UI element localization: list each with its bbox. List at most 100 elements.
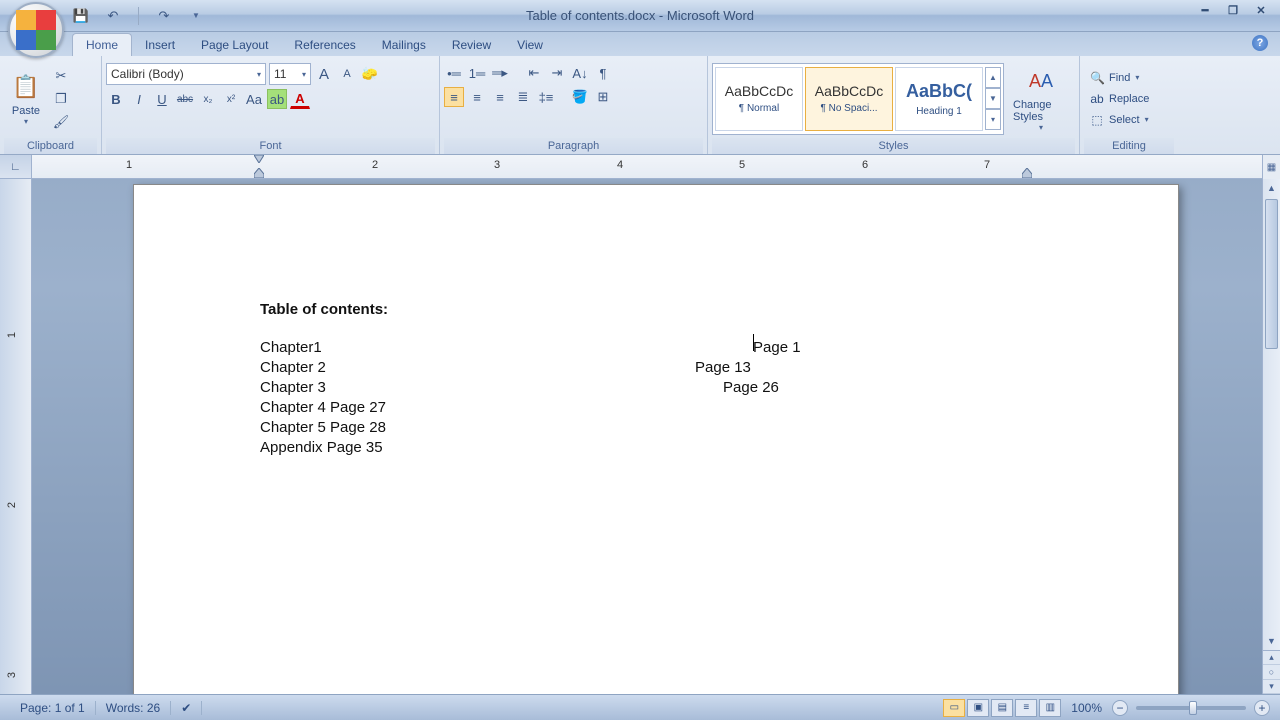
sort-button[interactable]: A↓ <box>570 63 590 83</box>
cut-button[interactable]: ✂ <box>51 66 71 86</box>
full-screen-view-button[interactable]: ▣ <box>967 699 989 717</box>
numbering-button[interactable]: 1═ <box>467 63 487 83</box>
format-painter-button[interactable]: 🖌 <box>51 112 71 132</box>
tab-view[interactable]: View <box>504 34 556 56</box>
decrease-indent-button[interactable]: ⇤ <box>524 63 544 83</box>
style-no-spacing[interactable]: AaBbCcDc ¶ No Spaci... <box>805 67 893 131</box>
horizontal-ruler[interactable]: 1 2 3 4 5 6 7 <box>32 155 1280 178</box>
borders-button[interactable]: ⊞ <box>593 87 613 107</box>
tab-references[interactable]: References <box>281 34 368 56</box>
tab-review[interactable]: Review <box>439 34 504 56</box>
office-button[interactable] <box>8 2 64 58</box>
font-family-combo[interactable]: Calibri (Body)▾ <box>106 63 266 85</box>
scroll-up-button[interactable]: ▲ <box>1263 179 1280 197</box>
document-page[interactable]: Table of contents: Chapter1Page 1Chapter… <box>133 184 1179 694</box>
view-ruler-toggle[interactable]: ▦ <box>1262 155 1280 179</box>
vertical-scrollbar[interactable]: ▲ ▼ <box>1262 179 1280 650</box>
status-words[interactable]: Words: 26 <box>96 701 171 715</box>
bold-button[interactable]: B <box>106 89 126 109</box>
paste-label: Paste <box>12 105 40 117</box>
zoom-out-button[interactable]: − <box>1112 700 1128 716</box>
maximize-button[interactable]: ❐ <box>1222 2 1244 18</box>
style-heading-1[interactable]: AaBbC( Heading 1 <box>895 67 983 131</box>
tab-selector[interactable]: ∟ <box>0 155 32 179</box>
find-label: Find <box>1109 72 1130 84</box>
paste-button[interactable]: 📋 Paste ▾ <box>4 69 48 128</box>
qat-undo-button[interactable]: ↶ <box>104 7 122 25</box>
align-center-button[interactable]: ≡ <box>467 87 487 107</box>
tab-page-layout[interactable]: Page Layout <box>188 34 281 56</box>
copy-button[interactable]: ❐ <box>51 89 71 109</box>
status-proofing[interactable]: ✔ <box>171 701 202 715</box>
editing-group-label: Editing <box>1084 138 1174 154</box>
close-button[interactable]: ✕ <box>1250 2 1272 18</box>
vertical-ruler[interactable]: 1 2 3 <box>0 179 32 694</box>
font-size-combo[interactable]: 11▾ <box>269 63 311 85</box>
select-browse-object-button[interactable]: ○ <box>1263 665 1280 679</box>
tab-home[interactable]: Home <box>72 33 132 56</box>
grow-font-button[interactable]: A <box>314 64 334 84</box>
superscript-button[interactable]: x² <box>221 89 241 109</box>
clear-formatting-button[interactable]: 🧽 <box>360 64 380 84</box>
italic-button[interactable]: I <box>129 89 149 109</box>
justify-button[interactable]: ≣ <box>513 87 533 107</box>
qat-customize-button[interactable]: ▼ <box>187 7 205 25</box>
style-normal-name: ¶ Normal <box>739 103 779 114</box>
change-styles-button[interactable]: AA Change Styles ▾ <box>1007 63 1075 134</box>
ribbon-tabs: Home Insert Page Layout References Maili… <box>0 32 1280 56</box>
styles-scroll-down[interactable]: ▼ <box>985 88 1001 109</box>
print-layout-view-button[interactable]: ▭ <box>943 699 965 717</box>
draft-view-button[interactable]: ▥ <box>1039 699 1061 717</box>
ruler-tick-1: 1 <box>126 159 132 171</box>
find-icon: 🔍 <box>1090 71 1104 85</box>
line-spacing-button[interactable]: ‡≡ <box>536 87 556 107</box>
styles-scroll-up[interactable]: ▲ <box>985 67 1001 88</box>
next-page-button[interactable]: ▾ <box>1263 680 1280 694</box>
paragraph-group-label: Paragraph <box>444 138 703 154</box>
find-button[interactable]: 🔍Find▾ <box>1084 69 1155 87</box>
tab-insert[interactable]: Insert <box>132 34 188 56</box>
qat-redo-button[interactable]: ↷ <box>155 7 173 25</box>
subscript-button[interactable]: x₂ <box>198 89 218 109</box>
strikethrough-button[interactable]: abc <box>175 89 195 109</box>
show-hide-button[interactable]: ¶ <box>593 63 613 83</box>
right-indent-marker[interactable] <box>1022 168 1032 178</box>
zoom-slider[interactable] <box>1136 706 1246 710</box>
style-normal[interactable]: AaBbCcDc ¶ Normal <box>715 67 803 131</box>
align-left-button[interactable]: ≡ <box>444 87 464 107</box>
shrink-font-button[interactable]: A <box>337 64 357 84</box>
increase-indent-button[interactable]: ⇥ <box>547 63 567 83</box>
qat-save-button[interactable]: 💾 <box>72 7 90 25</box>
align-right-button[interactable]: ≡ <box>490 87 510 107</box>
status-page[interactable]: Page: 1 of 1 <box>10 701 96 715</box>
help-button[interactable]: ? <box>1252 35 1268 51</box>
underline-button[interactable]: U <box>152 89 172 109</box>
shading-button[interactable]: 🪣 <box>570 87 590 107</box>
bullets-button[interactable]: •═ <box>444 63 464 83</box>
zoom-slider-knob[interactable] <box>1189 701 1197 715</box>
styles-expand[interactable]: ▾ <box>985 109 1001 130</box>
toc-line: Chapter 5 Page 28 <box>260 418 1052 438</box>
left-indent-marker[interactable] <box>254 168 264 178</box>
zoom-level[interactable]: 100% <box>1071 701 1102 715</box>
replace-button[interactable]: abReplace <box>1084 90 1155 108</box>
toc-line: Chapter 3Page 26 <box>260 378 1052 398</box>
vruler-tick-1: 1 <box>6 332 18 338</box>
tab-mailings[interactable]: Mailings <box>369 34 439 56</box>
change-case-button[interactable]: Aa <box>244 89 264 109</box>
toc-entry-left: Appendix Page 35 <box>260 438 383 457</box>
select-button[interactable]: ⬚Select▾ <box>1084 111 1155 129</box>
minimize-button[interactable]: ━ <box>1194 2 1216 18</box>
font-color-button[interactable]: A <box>290 89 310 109</box>
outline-view-button[interactable]: ≡ <box>1015 699 1037 717</box>
scroll-thumb[interactable] <box>1265 199 1278 349</box>
web-layout-view-button[interactable]: ▤ <box>991 699 1013 717</box>
multilevel-list-button[interactable]: ═▸ <box>490 63 510 83</box>
previous-page-button[interactable]: ▴ <box>1263 651 1280 665</box>
toc-entry-left: Chapter 2 <box>260 358 326 377</box>
toc-line: Appendix Page 35 <box>260 438 1052 458</box>
zoom-in-button[interactable]: + <box>1254 700 1270 716</box>
first-line-indent-marker[interactable] <box>254 155 264 165</box>
highlight-button[interactable]: ab <box>267 89 287 109</box>
scroll-down-button[interactable]: ▼ <box>1263 632 1280 650</box>
